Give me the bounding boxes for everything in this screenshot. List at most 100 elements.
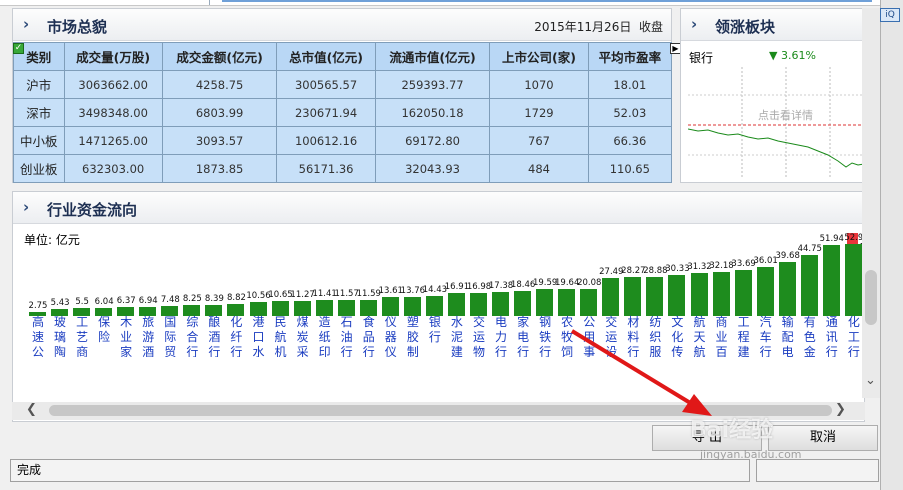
bar-category-label[interactable]: 石油行	[336, 315, 358, 357]
bar-group[interactable]: 39.68 输配电	[776, 251, 800, 357]
bar[interactable]	[712, 272, 730, 316]
bar-group[interactable]: 10.65 民航机	[268, 252, 292, 357]
bar[interactable]	[734, 269, 752, 316]
bar[interactable]	[514, 290, 532, 316]
bar[interactable]	[359, 300, 377, 316]
bar-group[interactable]: 6.94 旅游酒	[137, 252, 159, 357]
bar-group[interactable]: 6.04 保险	[93, 252, 115, 344]
vertical-scroll-thumb[interactable]	[865, 270, 877, 325]
bar-category-label[interactable]: 酿酒行	[203, 315, 225, 357]
bar-category-label[interactable]: 旅游酒	[137, 315, 159, 357]
bar-category-label[interactable]: 食品行	[358, 315, 380, 357]
bar[interactable]	[337, 300, 355, 316]
arrow-right-icon[interactable]: ❯	[835, 402, 846, 417]
bar-category-label[interactable]: 交运设	[600, 315, 622, 357]
bar-category-label[interactable]: 工程建	[733, 315, 755, 357]
bar[interactable]	[580, 288, 598, 316]
chevron-down-icon[interactable]: ⌄	[865, 373, 876, 388]
bar-category-label[interactable]: 农牧饲	[556, 315, 578, 357]
tab-segment[interactable]	[0, 0, 210, 5]
bar-category-label[interactable]: 造纸印	[314, 315, 336, 357]
bar-group[interactable]: 36.01 汽车行	[753, 252, 777, 357]
bar-category-label[interactable]: 塑胶制	[402, 315, 424, 357]
bar-category-label[interactable]: 文化传	[666, 315, 688, 357]
bar-category-label[interactable]: 航天航	[689, 315, 711, 357]
bar-group[interactable]: 11.59 食品行	[357, 252, 381, 357]
bar-group[interactable]: 13.61 仪器仪	[379, 252, 403, 357]
bar[interactable]	[425, 296, 443, 316]
bar[interactable]	[536, 289, 554, 316]
bar-category-label[interactable]: 仪器仪	[380, 315, 402, 357]
bar-group[interactable]: 8.39 酿酒行	[203, 252, 225, 357]
bar[interactable]	[403, 297, 421, 316]
checkbox-icon[interactable]: ✓	[13, 43, 24, 54]
market-col-header[interactable]: 上市公司(家)	[489, 42, 589, 71]
bar[interactable]	[800, 254, 818, 316]
bar-group[interactable]: 27.49 交运设	[599, 252, 623, 357]
bar[interactable]	[668, 274, 686, 316]
market-col-header[interactable]: 流通市值(亿元)	[374, 42, 491, 71]
bar-category-label[interactable]: 煤炭采	[292, 315, 314, 357]
arrow-left-icon[interactable]: ❮	[26, 402, 37, 417]
bar-category-label[interactable]: 水泥建	[446, 315, 468, 357]
bar-group[interactable]: 28.27 材料行	[621, 252, 645, 357]
bar-category-label[interactable]: 国际贸	[159, 315, 181, 357]
market-col-header[interactable]: 成交金额(亿元)	[161, 42, 278, 71]
bar-category-label[interactable]: 钢铁行	[534, 315, 556, 357]
bar-category-label[interactable]: 公用事	[578, 315, 600, 357]
tab-segment-active[interactable]	[222, 0, 872, 5]
bar-category-label[interactable]: 银行	[424, 315, 446, 357]
bar-group[interactable]: 11.41 造纸印	[312, 252, 336, 357]
bar[interactable]	[293, 300, 311, 316]
bar-category-label[interactable]: 交运物	[468, 315, 490, 357]
leading-sector-minichart[interactable]: 点击看详情	[688, 65, 864, 181]
bar[interactable]	[756, 266, 774, 316]
bar-group[interactable]: 7.48 国际贸	[159, 252, 181, 357]
bar-category-label[interactable]: 商业百	[711, 315, 733, 357]
bar[interactable]	[271, 301, 289, 316]
bar-category-label[interactable]: 材料行	[622, 315, 644, 357]
bar-category-label[interactable]: 输配电	[777, 315, 799, 357]
bar[interactable]	[624, 277, 642, 316]
bar-group[interactable]: 13.76 塑胶制	[401, 252, 425, 357]
bar-group[interactable]: 44.75 有色金	[798, 244, 822, 357]
bar-category-label[interactable]: 港口水	[248, 315, 270, 357]
bar-category-label[interactable]: 保险	[93, 315, 115, 357]
bar-group[interactable]: 8.82 化纤行	[225, 252, 247, 357]
bar-category-label[interactable]: 化纤行	[225, 315, 247, 357]
bar-category-label[interactable]: 综合行	[181, 315, 203, 357]
bar[interactable]	[470, 292, 487, 316]
market-col-header[interactable]: 总市值(亿元)	[276, 42, 376, 71]
bar-category-label[interactable]: 木业家	[115, 315, 137, 357]
bar[interactable]	[690, 273, 708, 316]
bar[interactable]	[381, 297, 399, 316]
bar-group[interactable]: 20.08 公用事	[577, 252, 601, 357]
bar-group[interactable]: 8.25 综合行	[181, 252, 203, 357]
bar-category-label[interactable]: 民航机	[270, 315, 292, 357]
bar[interactable]	[447, 292, 465, 316]
bar-category-label[interactable]: 纺织服	[644, 315, 666, 357]
bar-group[interactable]: 10.56 港口水	[246, 252, 270, 357]
bar[interactable]	[822, 245, 840, 316]
iq-badge[interactable]: iQ	[880, 8, 900, 22]
market-col-header[interactable]: 平均市盈率	[587, 42, 673, 71]
bar[interactable]	[844, 243, 862, 316]
bar[interactable]	[249, 301, 267, 316]
bar-group[interactable]: 11.57 石油行	[335, 252, 359, 357]
bar[interactable]	[646, 276, 664, 316]
bar-category-label[interactable]: 家电行	[512, 315, 534, 357]
bar[interactable]	[315, 300, 333, 316]
bar-group[interactable]: 6.37 木业家	[115, 252, 137, 357]
bar-group[interactable]: 11.27 煤炭采	[290, 252, 314, 357]
bar[interactable]	[602, 278, 620, 316]
bar-category-label[interactable]: 电力行	[490, 315, 512, 357]
bar-category-label[interactable]: 有色金	[799, 315, 821, 357]
bar-group[interactable]: 51.94 通讯行	[820, 234, 844, 357]
bar-category-label[interactable]: 高速公	[27, 315, 49, 357]
bar[interactable]	[558, 289, 576, 316]
vertical-scrollbar[interactable]: ⌄	[862, 8, 880, 398]
bar[interactable]	[492, 292, 510, 316]
bar-category-label[interactable]: 通讯行	[821, 315, 843, 357]
bar[interactable]	[778, 261, 796, 316]
bar-group[interactable]: 28.88 纺织服	[643, 252, 667, 357]
